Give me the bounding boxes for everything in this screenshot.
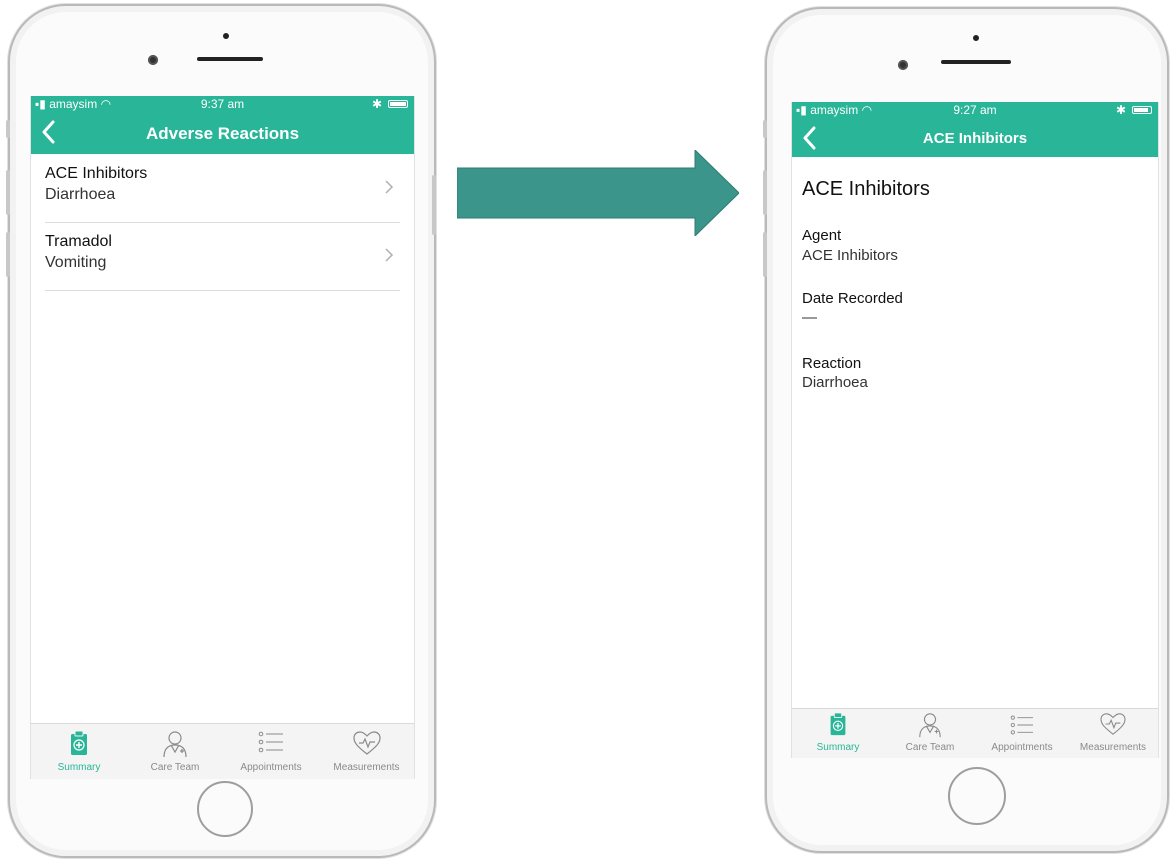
page-title: Adverse Reactions (145, 124, 300, 143)
list-item-title: ACE Inhibitors (45, 165, 148, 182)
front-camera (148, 55, 158, 65)
field-value: — (802, 309, 817, 326)
tab-label: Summary (57, 762, 101, 773)
field-label: Date Recorded (802, 290, 903, 307)
detail-title: ACE Inhibitors (802, 178, 930, 200)
left-phone-mute-switch (6, 120, 10, 138)
left-phone-volume-up (6, 170, 10, 215)
right-phone-volume-up (763, 170, 767, 215)
tab-measurements[interactable]: Measurements (319, 724, 414, 779)
tab-summary[interactable]: Summary (792, 709, 884, 758)
tab-label: Measurements (333, 762, 400, 773)
list-item-subtitle: Vomiting (45, 254, 107, 271)
right-phone-volume-down (763, 232, 767, 277)
sensor-dot (223, 33, 229, 39)
list-item[interactable]: ACE Inhibitors Diarrhoea (45, 155, 400, 223)
home-button[interactable] (948, 767, 1006, 825)
right-phone-mute-switch (763, 120, 767, 138)
tab-summary[interactable]: Summary (31, 724, 127, 779)
field-label: Agent (802, 227, 842, 244)
tab-bar: Summary Care Team Appointments Measureme… (31, 723, 414, 779)
tab-appointments[interactable]: Appointments (976, 709, 1068, 758)
left-phone-power-button (432, 175, 436, 235)
tab-label: Care Team (150, 762, 200, 773)
left-screen: ▪▮ amaysim ◠ 9:37 am ✱ Adverse Reactions… (30, 96, 415, 779)
list-icon (258, 731, 283, 753)
tab-label: Care Team (905, 742, 955, 753)
list-item-title: Tramadol (45, 233, 112, 250)
chevron-right-icon (385, 248, 394, 262)
status-bar: ▪▮ amaysim ◠ 9:27 am ✱ (792, 102, 1158, 119)
home-button[interactable] (197, 781, 253, 837)
sensor-dot (973, 35, 979, 41)
tab-label: Appointments (991, 742, 1053, 753)
tab-care-team[interactable]: Care Team (127, 724, 223, 779)
right-screen: ▪▮ amaysim ◠ 9:27 am ✱ ACE Inhibitors AC… (791, 102, 1159, 758)
clipboard-icon (71, 730, 87, 755)
navigation-bar: Adverse Reactions (31, 113, 414, 154)
field-value: ACE Inhibitors (802, 247, 898, 264)
list-item[interactable]: Tramadol Vomiting (45, 223, 400, 291)
status-bar: ▪▮ amaysim ◠ 9:37 am ✱ (31, 96, 414, 113)
tab-label: Summary (816, 742, 860, 753)
bluetooth-icon: ✱ (371, 97, 382, 111)
front-camera (898, 60, 908, 70)
tab-bar: Summary Care Team Appointments Measureme… (792, 708, 1158, 758)
chevron-right-icon (385, 180, 394, 194)
status-time: 9:27 am (953, 103, 997, 117)
tab-measurements[interactable]: Measurements (1068, 709, 1158, 758)
status-time: 9:37 am (200, 97, 245, 111)
heart-pulse-icon (352, 731, 381, 755)
tab-care-team[interactable]: Care Team (884, 709, 976, 758)
earpiece-speaker (197, 57, 263, 61)
navigation-bar: ACE Inhibitors (792, 119, 1158, 157)
tab-label: Appointments (240, 762, 302, 773)
list-icon (1010, 715, 1033, 735)
tab-appointments[interactable]: Appointments (223, 724, 319, 779)
doctor-icon (919, 713, 941, 738)
left-phone-volume-down (6, 232, 10, 277)
list-item-subtitle: Diarrhoea (45, 186, 116, 203)
earpiece-speaker (941, 60, 1011, 64)
tab-label: Measurements (1079, 742, 1147, 753)
heart-pulse-icon (1100, 713, 1126, 735)
bluetooth-icon: ✱ (1115, 103, 1126, 117)
page-title: ACE Inhibitors (922, 130, 1028, 147)
field-label: Reaction (802, 355, 862, 372)
battery-icon (388, 100, 408, 108)
field-value: Diarrhoea (802, 374, 868, 391)
battery-icon (1132, 106, 1152, 114)
transition-arrow (457, 150, 739, 236)
clipboard-icon (830, 712, 846, 736)
doctor-icon (163, 731, 187, 758)
